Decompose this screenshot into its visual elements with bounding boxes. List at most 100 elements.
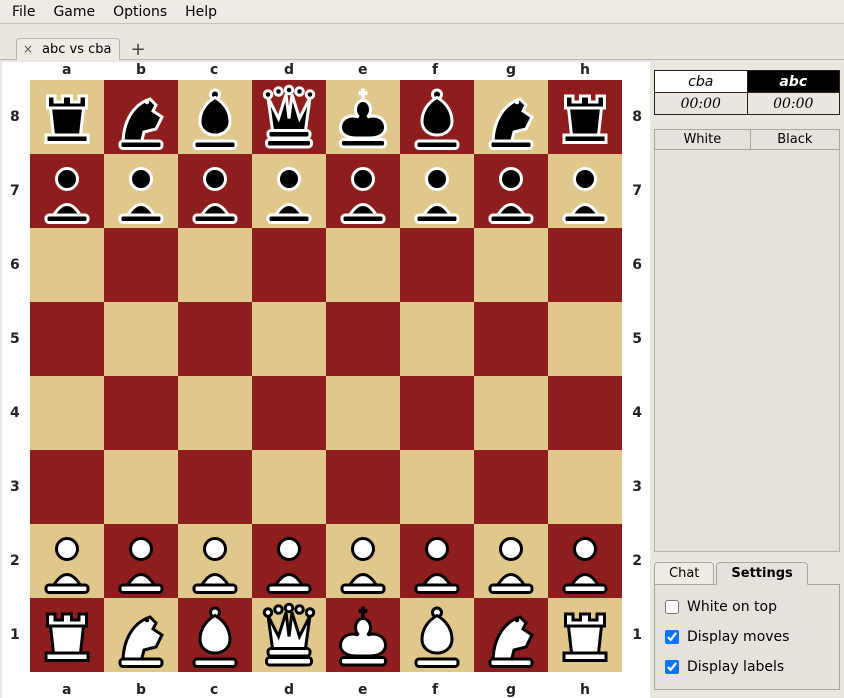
rank-label: 7 [632, 183, 642, 199]
square-c6[interactable] [178, 228, 252, 302]
square-e7[interactable] [326, 154, 400, 228]
square-a4[interactable] [30, 376, 104, 450]
menubar: File Game Options Help [0, 0, 844, 24]
square-a2[interactable] [30, 524, 104, 598]
square-f5[interactable] [400, 302, 474, 376]
close-icon[interactable]: × [21, 43, 35, 57]
square-c1[interactable] [178, 598, 252, 672]
tab-chat[interactable]: Chat [654, 562, 714, 585]
square-a5[interactable] [30, 302, 104, 376]
square-f8[interactable] [400, 80, 474, 154]
square-g7[interactable] [474, 154, 548, 228]
square-h2[interactable] [548, 524, 622, 598]
square-f3[interactable] [400, 450, 474, 524]
square-b7[interactable] [104, 154, 178, 228]
moves-list[interactable] [654, 150, 840, 552]
rank-label: 2 [632, 553, 642, 569]
square-a8[interactable] [30, 80, 104, 154]
checkbox-display-labels[interactable] [665, 660, 679, 674]
square-e6[interactable] [326, 228, 400, 302]
square-h8[interactable] [548, 80, 622, 154]
square-e5[interactable] [326, 302, 400, 376]
player-left-name: cba [655, 71, 748, 93]
rank-label: 1 [10, 627, 20, 643]
square-d2[interactable] [252, 524, 326, 598]
square-d6[interactable] [252, 228, 326, 302]
square-h5[interactable] [548, 302, 622, 376]
rank-label: 4 [10, 405, 20, 421]
square-e2[interactable] [326, 524, 400, 598]
square-b3[interactable] [104, 450, 178, 524]
square-h7[interactable] [548, 154, 622, 228]
square-b8[interactable] [104, 80, 178, 154]
square-h4[interactable] [548, 376, 622, 450]
square-d4[interactable] [252, 376, 326, 450]
square-c8[interactable] [178, 80, 252, 154]
square-e4[interactable] [326, 376, 400, 450]
file-label: b [136, 682, 146, 698]
square-c3[interactable] [178, 450, 252, 524]
tab-label: abc vs cba [42, 42, 111, 57]
square-g3[interactable] [474, 450, 548, 524]
square-d3[interactable] [252, 450, 326, 524]
square-f6[interactable] [400, 228, 474, 302]
file-label: a [62, 62, 71, 78]
square-g4[interactable] [474, 376, 548, 450]
square-e3[interactable] [326, 450, 400, 524]
square-c5[interactable] [178, 302, 252, 376]
menu-help[interactable]: Help [177, 2, 227, 21]
menu-game[interactable]: Game [45, 2, 105, 21]
square-c2[interactable] [178, 524, 252, 598]
square-g1[interactable] [474, 598, 548, 672]
square-f7[interactable] [400, 154, 474, 228]
square-h3[interactable] [548, 450, 622, 524]
menu-options[interactable]: Options [105, 2, 177, 21]
square-b5[interactable] [104, 302, 178, 376]
square-d7[interactable] [252, 154, 326, 228]
rank-label: 3 [632, 479, 642, 495]
square-g2[interactable] [474, 524, 548, 598]
rank-label: 6 [10, 257, 20, 273]
tab-game[interactable]: × abc vs cba [16, 38, 120, 60]
player-right-name: abc [747, 71, 840, 93]
square-a6[interactable] [30, 228, 104, 302]
label-white-on-top: White on top [687, 599, 777, 615]
square-d1[interactable] [252, 598, 326, 672]
square-a1[interactable] [30, 598, 104, 672]
square-d8[interactable] [252, 80, 326, 154]
file-label: e [358, 682, 368, 698]
square-f2[interactable] [400, 524, 474, 598]
file-label: b [136, 62, 146, 78]
square-h6[interactable] [548, 228, 622, 302]
square-f4[interactable] [400, 376, 474, 450]
square-e1[interactable] [326, 598, 400, 672]
menu-file[interactable]: File [4, 2, 45, 21]
chess-board[interactable] [30, 80, 622, 672]
square-g5[interactable] [474, 302, 548, 376]
square-c4[interactable] [178, 376, 252, 450]
setting-display-moves[interactable]: Display moves [665, 629, 829, 645]
square-a3[interactable] [30, 450, 104, 524]
checkbox-white-on-top[interactable] [665, 600, 679, 614]
square-a7[interactable] [30, 154, 104, 228]
square-c7[interactable] [178, 154, 252, 228]
square-b4[interactable] [104, 376, 178, 450]
square-g6[interactable] [474, 228, 548, 302]
new-tab-button[interactable]: + [120, 39, 155, 60]
square-b1[interactable] [104, 598, 178, 672]
square-d5[interactable] [252, 302, 326, 376]
checkbox-display-moves[interactable] [665, 630, 679, 644]
setting-display-labels[interactable]: Display labels [665, 659, 829, 675]
label-display-moves: Display moves [687, 629, 789, 645]
square-b2[interactable] [104, 524, 178, 598]
file-label: e [358, 62, 368, 78]
square-h1[interactable] [548, 598, 622, 672]
setting-white-on-top[interactable]: White on top [665, 599, 829, 615]
square-e8[interactable] [326, 80, 400, 154]
rank-label: 8 [10, 109, 20, 125]
square-f1[interactable] [400, 598, 474, 672]
square-b6[interactable] [104, 228, 178, 302]
board-pane: aabbccddeeffgghh8877665544332211 [2, 62, 650, 698]
square-g8[interactable] [474, 80, 548, 154]
tab-settings[interactable]: Settings [716, 562, 807, 585]
